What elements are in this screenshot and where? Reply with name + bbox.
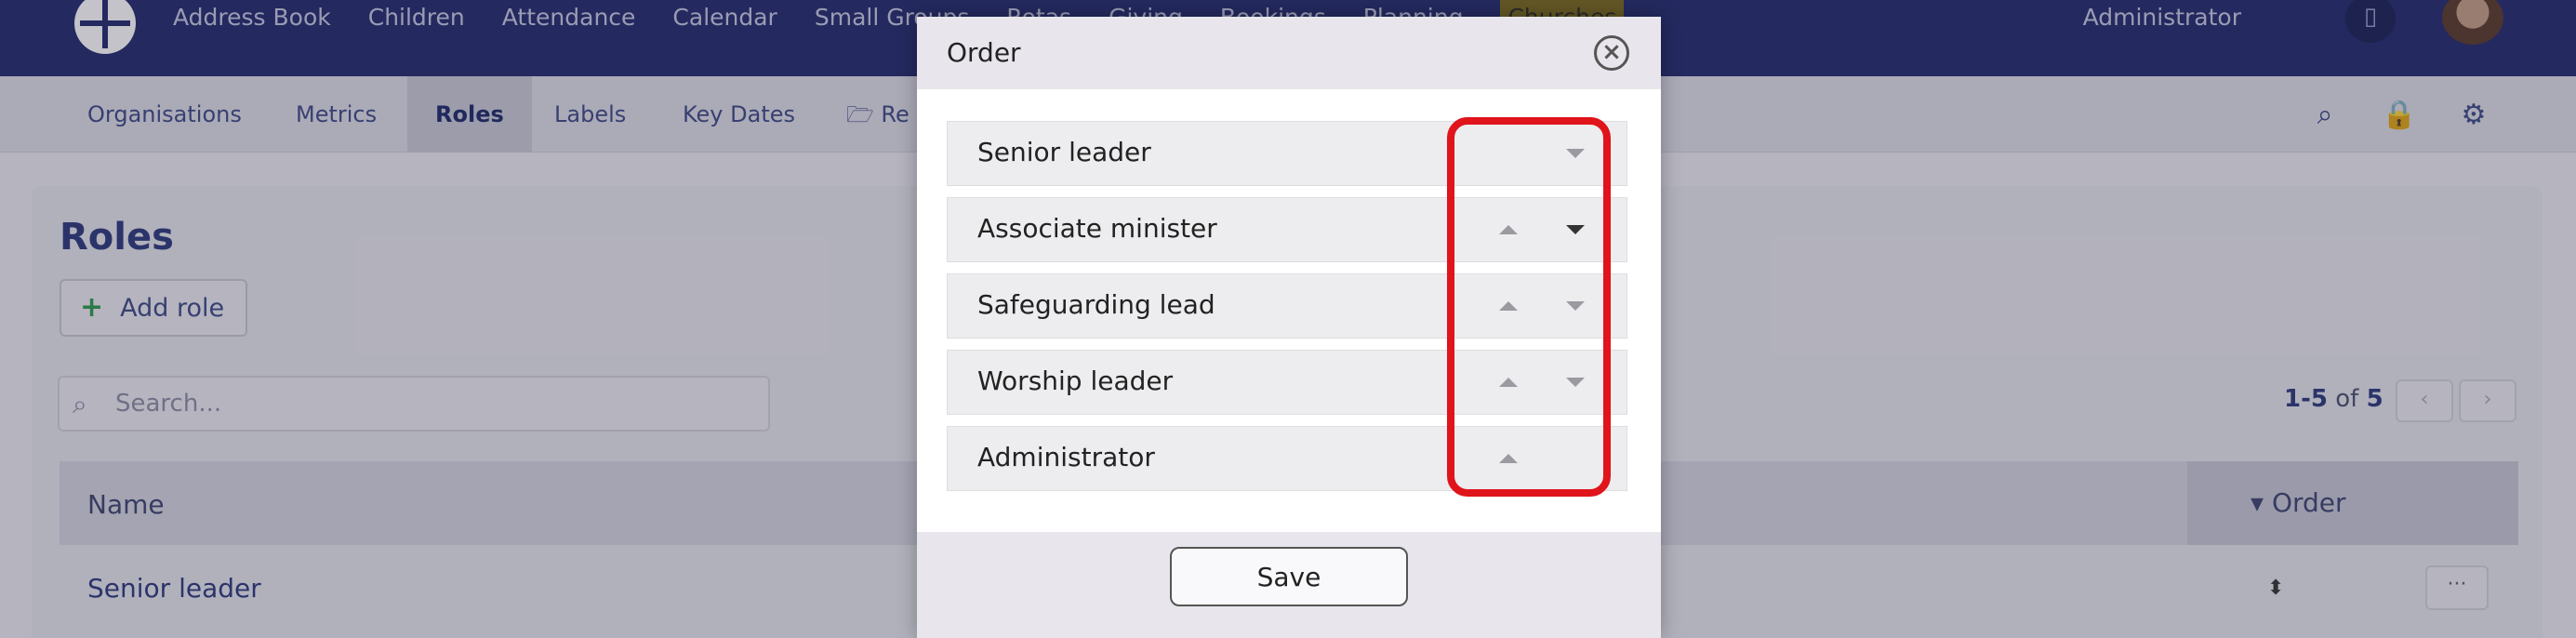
modal-title: Order [947,37,1021,68]
role-label: Administrator [977,442,1155,472]
arrows-highlight-box [1447,117,1611,497]
role-label: Senior leader [977,137,1151,167]
order-modal: Order × Senior leader Associate minister… [917,17,1661,638]
role-label: Safeguarding lead [977,289,1215,320]
role-label: Associate minister [977,213,1217,244]
close-circle-icon[interactable]: × [1594,35,1629,71]
modal-footer: Save [917,532,1661,638]
role-label: Worship leader [977,366,1174,396]
save-button[interactable]: Save [1170,547,1408,606]
modal-header: Order × [917,17,1661,89]
